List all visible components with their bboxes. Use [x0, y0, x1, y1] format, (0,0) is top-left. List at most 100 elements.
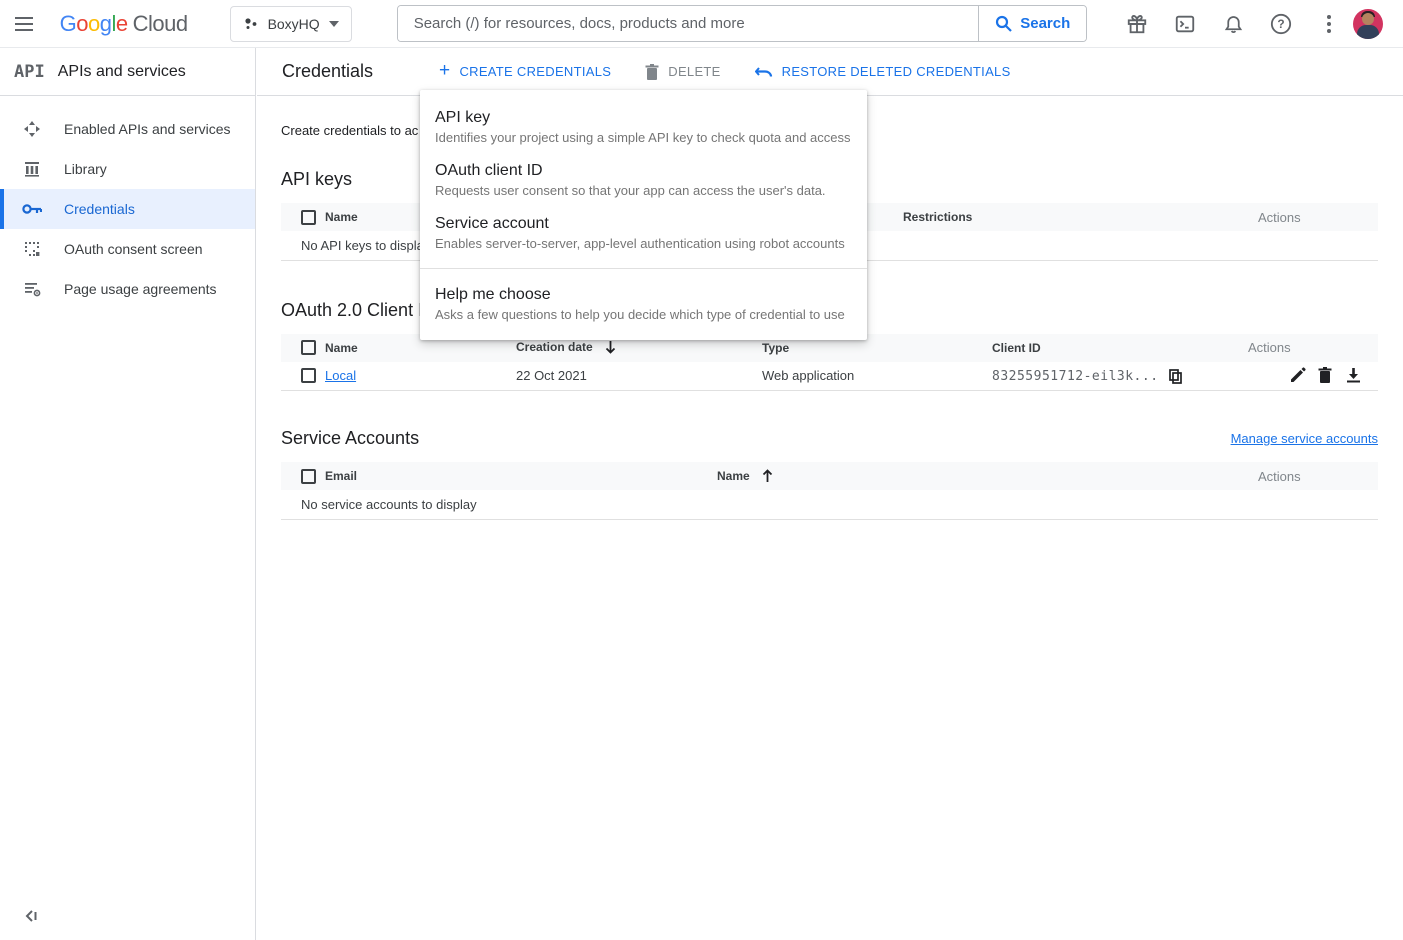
service-accounts-empty-row: No service accounts to display: [281, 490, 1378, 519]
help-icon[interactable]: ?: [1269, 12, 1293, 36]
client-name-cell: Local: [325, 362, 516, 391]
sidebar-item-page-usage[interactable]: Page usage agreements: [0, 269, 255, 309]
global-search: Search: [397, 5, 1088, 42]
consent-screen-icon: [22, 239, 42, 259]
library-icon: [22, 159, 42, 179]
header-checkbox-cell: [281, 334, 325, 362]
svg-text:?: ?: [1278, 17, 1285, 31]
sidebar-item-label: Library: [64, 161, 107, 177]
search-input[interactable]: [398, 6, 979, 41]
menu-item-help-me-choose[interactable]: Help me choose Asks a few questions to h…: [420, 278, 867, 331]
sidebar-item-credentials[interactable]: Credentials: [0, 189, 255, 229]
select-all-checkbox[interactable]: [301, 210, 316, 225]
column-header-restrictions[interactable]: Restrictions: [903, 203, 1258, 231]
hamburger-menu-icon[interactable]: [0, 0, 48, 48]
project-icon: [243, 16, 259, 32]
menu-item-title: OAuth client ID: [435, 162, 851, 180]
menu-item-service-account[interactable]: Service account Enables server-to-server…: [420, 207, 867, 260]
menu-item-title: API key: [435, 109, 851, 127]
undo-arrow-icon: [755, 65, 773, 79]
service-accounts-title: Service Accounts: [281, 428, 419, 449]
logo-letter: G: [60, 11, 77, 37]
sidebar-item-label: OAuth consent screen: [64, 241, 203, 257]
notifications-bell-icon[interactable]: [1221, 12, 1245, 36]
sort-ascending-icon: [762, 469, 773, 482]
client-id-value: 83255951712-eil3k...: [992, 369, 1159, 384]
search-icon: [995, 15, 1012, 32]
sidebar-item-label: Page usage agreements: [64, 281, 217, 297]
menu-item-description: Identifies your project using a simple A…: [435, 130, 851, 145]
top-bar: Google Cloud BoxyHQ Search ?: [0, 0, 1403, 48]
create-credentials-menu: API key Identifies your project using a …: [420, 90, 867, 340]
copy-icon[interactable]: [1169, 369, 1182, 384]
header-checkbox-cell: [281, 203, 325, 231]
column-header-client-id[interactable]: Client ID: [992, 334, 1248, 362]
collapse-sidebar-icon[interactable]: [24, 908, 40, 924]
project-selector[interactable]: BoxyHQ: [230, 6, 352, 42]
topbar-icons: ?: [1125, 12, 1341, 36]
search-button-label: Search: [1020, 15, 1070, 32]
column-header-name[interactable]: Name: [717, 462, 1258, 490]
delete-label: DELETE: [668, 64, 720, 79]
sidebar-product-title: APIs and services: [58, 63, 186, 81]
service-accounts-section: Service Accounts Manage service accounts…: [281, 428, 1378, 520]
search-button[interactable]: Search: [978, 6, 1086, 41]
logo-letter: g: [100, 11, 112, 37]
select-all-checkbox[interactable]: [301, 340, 316, 355]
sidebar-header: API APIs and services: [0, 48, 255, 96]
create-credentials-button[interactable]: + CREATE CREDENTIALS: [439, 62, 611, 81]
oauth-clients-table: Name Creation date Type Client ID Action…: [281, 334, 1378, 392]
column-header-actions: Actions: [1258, 203, 1378, 231]
menu-item-oauth-client-id[interactable]: OAuth client ID Requests user consent so…: [420, 154, 867, 207]
toolbar: + CREATE CREDENTIALS DELETE RESTORE DELE…: [439, 62, 1011, 81]
restore-deleted-credentials-label: RESTORE DELETED CREDENTIALS: [782, 64, 1011, 79]
user-avatar[interactable]: [1353, 9, 1383, 39]
name-label: Name: [717, 469, 750, 483]
chevron-down-icon: [329, 21, 339, 27]
google-cloud-logo[interactable]: Google Cloud: [60, 11, 188, 37]
trash-icon: [645, 64, 659, 80]
avatar-graphic: [1362, 13, 1374, 25]
menu-item-description: Asks a few questions to help you decide …: [435, 307, 851, 322]
sidebar-item-enabled-apis[interactable]: Enabled APIs and services: [0, 109, 255, 149]
client-id-cell: 83255951712-eil3k...: [992, 362, 1248, 391]
menu-item-description: Enables server-to-server, app-level auth…: [435, 236, 851, 251]
client-type-cell: Web application: [762, 362, 992, 391]
create-credentials-label: CREATE CREDENTIALS: [459, 64, 611, 79]
dashboard-icon: [22, 119, 42, 139]
sidebar-nav: Enabled APIs and services Library Creden…: [0, 96, 255, 309]
menu-item-api-key[interactable]: API key Identifies your project using a …: [420, 101, 867, 154]
delete-trash-icon[interactable]: [1318, 367, 1336, 385]
api-product-logo: API: [14, 62, 45, 82]
agreements-icon: [22, 279, 42, 299]
plus-icon: +: [439, 61, 450, 80]
menu-item-description: Requests user consent so that your app c…: [435, 183, 851, 198]
sidebar-item-oauth-consent[interactable]: OAuth consent screen: [0, 229, 255, 269]
row-checkbox-cell: [281, 362, 325, 391]
select-all-checkbox[interactable]: [301, 469, 316, 484]
table-row: Local 22 Oct 2021 Web application 832559…: [281, 362, 1378, 391]
page-title: Credentials: [282, 61, 373, 82]
service-accounts-table: Email Name Actions No service accounts t…: [281, 462, 1378, 520]
key-icon: [22, 199, 42, 219]
gift-icon[interactable]: [1125, 12, 1149, 36]
sidebar-item-library[interactable]: Library: [0, 149, 255, 189]
cloud-shell-icon[interactable]: [1173, 12, 1197, 36]
download-icon[interactable]: [1346, 367, 1364, 385]
sidebar-item-label: Credentials: [64, 201, 135, 217]
restore-deleted-credentials-button[interactable]: RESTORE DELETED CREDENTIALS: [755, 64, 1011, 79]
menu-item-title: Service account: [435, 215, 851, 233]
edit-pencil-icon[interactable]: [1290, 367, 1308, 385]
column-header-email[interactable]: Email: [325, 462, 717, 490]
header-checkbox-cell: [281, 462, 325, 490]
more-options-icon[interactable]: [1317, 12, 1341, 36]
logo-letter: o: [76, 11, 88, 37]
client-name-link[interactable]: Local: [325, 368, 356, 383]
manage-service-accounts-link[interactable]: Manage service accounts: [1231, 431, 1378, 446]
delete-button[interactable]: DELETE: [645, 64, 720, 80]
sort-descending-icon: [605, 341, 616, 354]
sidebar-item-label: Enabled APIs and services: [64, 121, 231, 137]
menu-divider: [420, 268, 867, 269]
row-checkbox[interactable]: [301, 368, 316, 383]
logo-letter: o: [88, 11, 100, 37]
